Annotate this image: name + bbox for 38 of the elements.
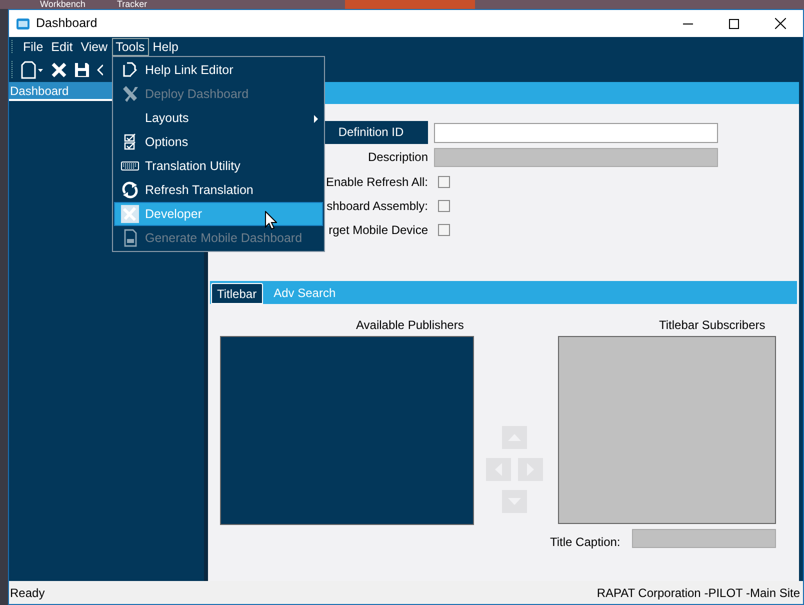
window-title: Dashboard — [36, 15, 98, 32]
checkbox-label: Enable Refresh All: — [326, 174, 428, 191]
app-icon — [16, 18, 30, 30]
menu-item[interactable]: File — [19, 38, 48, 56]
field-label: Description — [368, 149, 428, 166]
new-page-icon[interactable] — [20, 60, 44, 78]
taskbar-item[interactable]: Tracker — [117, 0, 165, 9]
list-title: Titlebar Subscribers — [659, 317, 766, 334]
status-text: RAPAT Corporation -PILOT -Main Site — [596, 584, 800, 602]
status-text: Ready — [10, 584, 45, 602]
maximize-icon — [729, 18, 739, 28]
taskbar-item[interactable]: Workbench — [40, 0, 95, 9]
menu-item[interactable]: Help — [148, 38, 182, 56]
field-label: Title Caption: — [550, 534, 620, 551]
checkbox[interactable] — [438, 224, 450, 236]
edit-icon — [121, 61, 139, 79]
checkbox[interactable] — [438, 200, 450, 212]
menu-item[interactable]: Tools — [112, 38, 149, 56]
title-caption-field[interactable] — [632, 529, 776, 548]
submenu-arrow-icon — [314, 115, 318, 123]
close-icon — [774, 18, 786, 29]
delete-icon[interactable] — [51, 62, 67, 78]
menu-item[interactable]: Edit — [47, 38, 77, 56]
refresh-icon — [121, 181, 139, 199]
checkbox-label: rget Mobile Device — [328, 222, 428, 239]
menu-item[interactable]: Translation Utility — [114, 154, 323, 178]
menu-item[interactable]: Refresh Translation — [114, 178, 323, 202]
menu-item[interactable]: Help Link Editor — [114, 58, 323, 82]
definition-id-field[interactable] — [434, 122, 718, 142]
save-icon[interactable] — [74, 62, 90, 78]
checkbox[interactable] — [438, 176, 450, 188]
checkbox-label: shboard Assembly: — [326, 198, 428, 215]
list-title: Available Publishers — [356, 317, 464, 334]
mouse-cursor-icon — [265, 211, 277, 230]
tools-icon — [121, 85, 139, 103]
menu-item[interactable]: View — [76, 38, 112, 56]
tools-icon — [121, 205, 139, 223]
tab[interactable]: Titlebar — [211, 283, 263, 304]
